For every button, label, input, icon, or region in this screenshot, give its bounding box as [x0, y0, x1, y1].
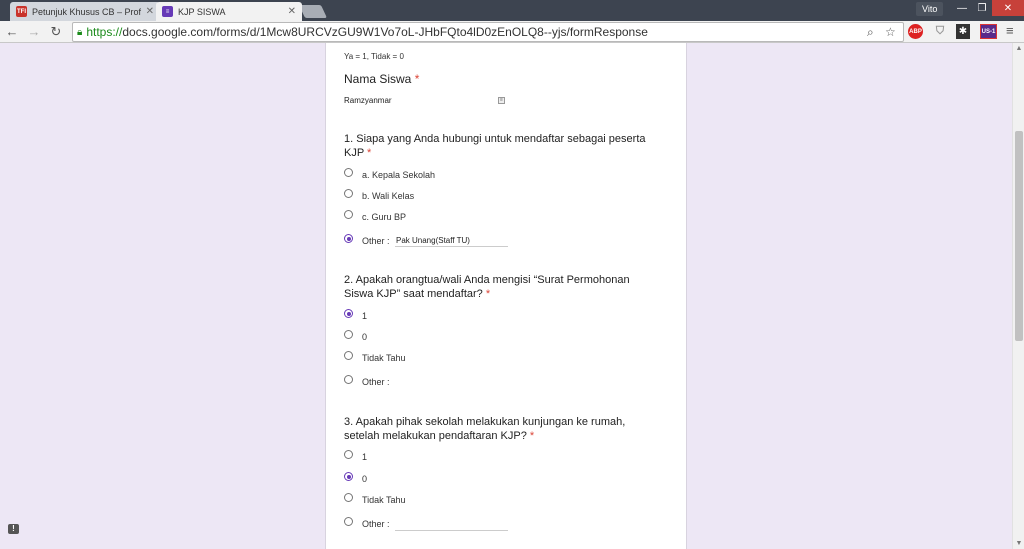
- q1-other-input[interactable]: Pak Unang(Staff TU): [395, 235, 508, 247]
- q2-radio-tidak-tahu[interactable]: [344, 351, 353, 360]
- question-1-title: 1. Siapa yang Anda hubungi untuk mendaft…: [344, 132, 646, 160]
- name-field-value[interactable]: Ramzyanmar: [344, 96, 392, 105]
- q2-option-tidak-tahu-label: Tidak Tahu: [362, 353, 406, 363]
- maximize-button[interactable]: ❐: [972, 0, 992, 16]
- q1-radio-other[interactable]: [344, 234, 353, 243]
- tab-petunjuk[interactable]: TFI Petunjuk Khusus CB – Prof ✕: [10, 2, 160, 21]
- scrollbar[interactable]: ▲ ▼: [1012, 43, 1024, 549]
- zoom-icon[interactable]: ⌕: [867, 25, 874, 40]
- q1-radio-a[interactable]: [344, 168, 353, 177]
- required-marker: *: [529, 430, 535, 442]
- tab-kjp-siswa[interactable]: ≡ KJP SISWA ✕: [156, 2, 302, 21]
- url-scheme: https://: [86, 25, 123, 39]
- q1-other-label: Other :: [362, 236, 390, 246]
- q3-radio-0[interactable]: [344, 472, 353, 481]
- tab-title: Petunjuk Khusus CB – Prof: [32, 6, 142, 17]
- scale-hint: Ya = 1, Tidak = 0: [344, 52, 404, 61]
- q3-other-label: Other :: [362, 519, 390, 529]
- question-title-line: 2. Apakah orangtua/wali Anda mengisi “Su…: [344, 274, 630, 286]
- adblock-icon[interactable]: ABP: [908, 24, 923, 39]
- question-title-line: Siswa KJP” saat mendaftar?: [344, 288, 483, 300]
- question-title-line: setelah melakukan pendaftaran KJP?: [344, 430, 527, 442]
- q3-option-0-label: 0: [362, 474, 368, 484]
- q2-radio-0[interactable]: [344, 330, 353, 339]
- bookmark-star-icon[interactable]: ☆: [885, 25, 896, 39]
- scroll-up-icon[interactable]: ▲: [1013, 45, 1024, 52]
- profile-button[interactable]: Vito: [916, 2, 944, 16]
- browser-toolbar: ← → ↻ 🔒︎ https:// docs.google.com/forms/…: [0, 21, 1024, 43]
- q3-option-1-label: 1: [362, 452, 368, 462]
- us1-extension-icon[interactable]: US-1: [980, 24, 997, 39]
- tfi-favicon-icon: TFI: [16, 6, 27, 17]
- q2-other-input[interactable]: [395, 376, 508, 388]
- question-2-title: 2. Apakah orangtua/wali Anda mengisi “Su…: [344, 273, 630, 301]
- tab-strip: TFI Petunjuk Khusus CB – Prof ✕ ≡ KJP SI…: [0, 0, 1024, 21]
- feedback-icon[interactable]: !: [8, 524, 19, 534]
- q2-option-1-label: 1: [362, 311, 368, 321]
- q1-option-a-label: a. Kepala Sekolah: [362, 170, 436, 180]
- puzzle-icon[interactable]: ✱: [956, 24, 970, 39]
- q3-other-input[interactable]: [395, 519, 508, 531]
- field-card-icon: ≡: [498, 97, 505, 104]
- address-bar[interactable]: 🔒︎ https:// docs.google.com/forms/d/1Mcw…: [72, 22, 904, 42]
- new-tab-button[interactable]: [298, 5, 328, 18]
- required-marker: *: [485, 288, 491, 300]
- question-3-title: 3. Apakah pihak sekolah melakukan kunjun…: [344, 415, 625, 443]
- q2-radio-other[interactable]: [344, 375, 353, 384]
- url-text: docs.google.com/forms/d/1Mcw8URCVzGU9W1V…: [122, 25, 648, 39]
- q2-radio-1[interactable]: [344, 309, 353, 318]
- forward-icon[interactable]: →: [26, 24, 42, 40]
- reload-icon[interactable]: ↻: [48, 24, 64, 40]
- scroll-down-icon[interactable]: ▼: [1013, 540, 1024, 547]
- close-icon[interactable]: ✕: [288, 6, 296, 17]
- q2-other-label: Other :: [362, 377, 390, 387]
- question-title: Nama Siswa: [344, 72, 412, 86]
- q1-option-b-label: b. Wali Kelas: [362, 191, 415, 201]
- q3-option-tidak-tahu-label: Tidak Tahu: [362, 495, 406, 505]
- q3-radio-1[interactable]: [344, 450, 353, 459]
- tab-title: KJP SISWA: [178, 6, 226, 17]
- question-title-line: 3. Apakah pihak sekolah melakukan kunjun…: [344, 416, 626, 428]
- lock-icon: 🔒︎: [77, 26, 83, 38]
- name-field-label: Nama Siswa *: [344, 72, 419, 86]
- close-icon[interactable]: ✕: [146, 6, 154, 17]
- required-marker: *: [367, 147, 372, 159]
- q1-radio-c[interactable]: [344, 210, 353, 219]
- minimize-button[interactable]: —: [952, 0, 972, 16]
- q3-radio-other[interactable]: [344, 517, 353, 526]
- q1-radio-b[interactable]: [344, 189, 353, 198]
- shield-icon[interactable]: ⛉: [933, 24, 947, 39]
- q2-option-0-label: 0: [362, 332, 368, 342]
- q1-option-c-label: c. Guru BP: [362, 212, 407, 222]
- question-title-line: 1. Siapa yang Anda hubungi untuk mendaft…: [344, 133, 646, 145]
- back-icon[interactable]: ←: [4, 24, 20, 40]
- required-marker: *: [414, 72, 420, 86]
- scroll-thumb[interactable]: [1015, 131, 1023, 341]
- q3-radio-tidak-tahu[interactable]: [344, 493, 353, 502]
- forms-favicon-icon: ≡: [162, 6, 173, 17]
- menu-icon[interactable]: ≡: [1006, 23, 1014, 38]
- question-title-line: KJP: [344, 147, 364, 159]
- window-close-button[interactable]: ✕: [992, 0, 1024, 16]
